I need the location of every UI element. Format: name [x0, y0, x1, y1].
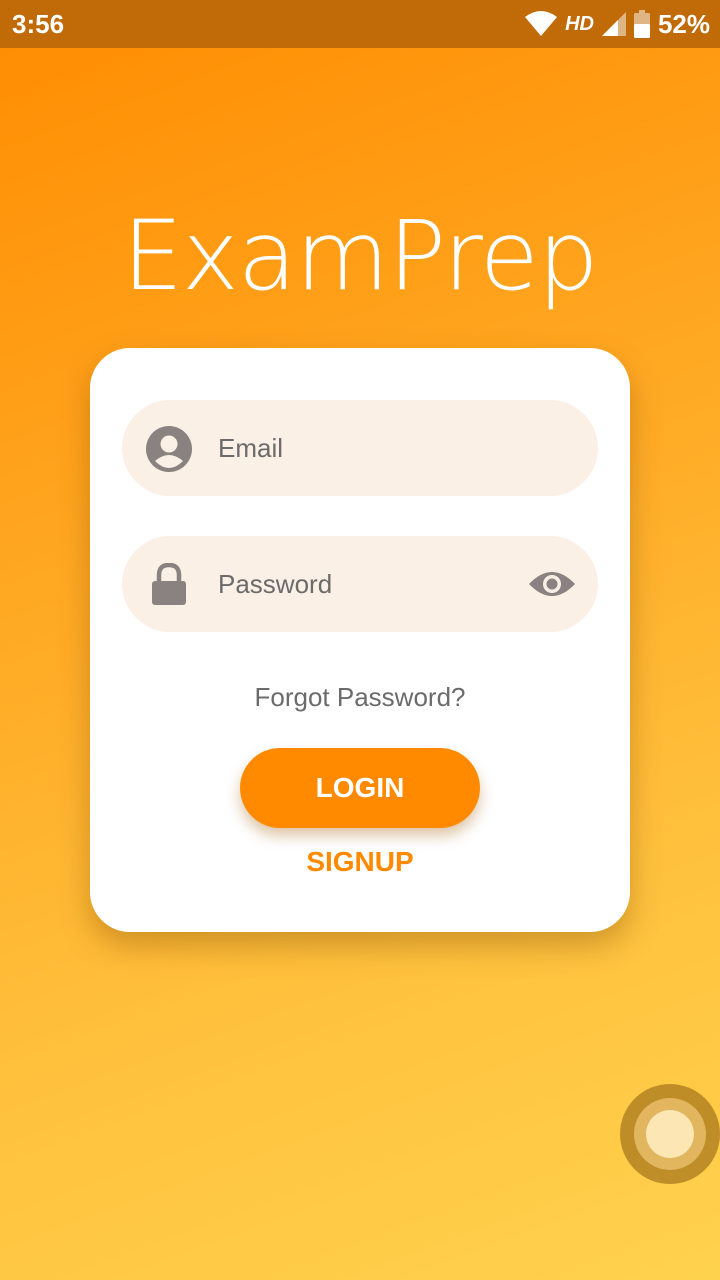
status-icons: HD 52%: [525, 8, 710, 40]
lock-icon: [144, 560, 194, 610]
battery-percent: 52%: [657, 8, 710, 39]
status-time: 3:56: [12, 9, 65, 39]
network-type-label: HD: [565, 12, 594, 35]
email-input[interactable]: [218, 420, 508, 476]
password-input[interactable]: [218, 556, 508, 612]
login-screen: 3:56 HD 52% ExamPrep Email Forgot Passwo…: [0, 0, 720, 1280]
battery-icon: [633, 10, 650, 38]
app-title: ExamPrep: [122, 200, 598, 312]
assistive-touch-button[interactable]: [620, 1084, 720, 1184]
signup-button[interactable]: SIGNUP: [90, 846, 630, 878]
forgot-password-link[interactable]: Forgot Password?: [90, 682, 630, 713]
email-field[interactable]: [122, 400, 598, 496]
status-bar: 3:56 HD 52%: [0, 0, 720, 48]
assistive-touch-core: [646, 1110, 694, 1158]
login-card: Forgot Password? LOGIN SIGNUP: [90, 348, 630, 932]
wifi-icon: [525, 11, 558, 37]
signal-icon: [601, 12, 626, 36]
password-field[interactable]: [122, 536, 598, 632]
login-button[interactable]: LOGIN: [240, 748, 480, 828]
eye-icon[interactable]: [528, 562, 576, 606]
account-circle-icon: [144, 424, 194, 474]
